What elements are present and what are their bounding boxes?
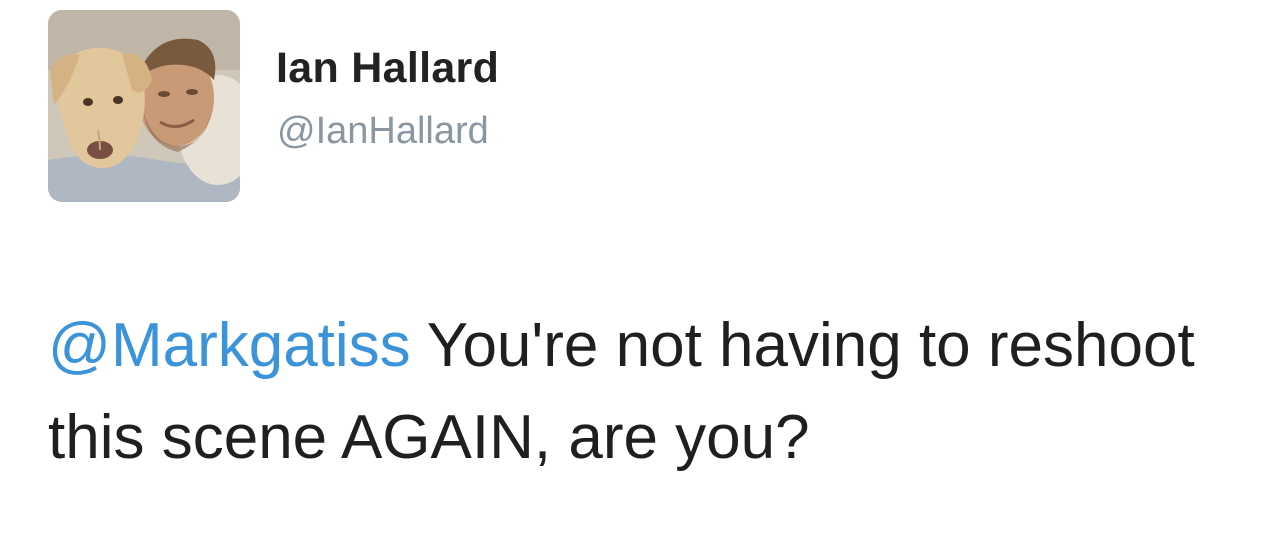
tweet-text: @Markgatiss You're not having to reshoot…: [48, 300, 1258, 484]
tweet-card: Ian Hallard @IanHallard @Markgatiss You'…: [0, 0, 1280, 540]
profile-photo-icon: [48, 10, 240, 202]
author-display-name[interactable]: Ian Hallard: [276, 44, 499, 93]
avatar[interactable]: [48, 10, 240, 202]
author-handle[interactable]: @IanHallard: [277, 110, 489, 153]
mention-link[interactable]: @Markgatiss: [48, 311, 411, 380]
